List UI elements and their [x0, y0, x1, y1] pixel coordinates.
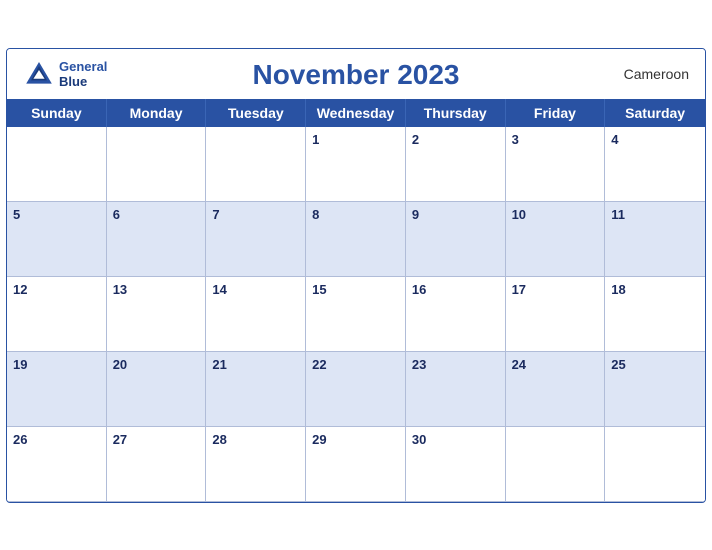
date-number: 17	[512, 282, 526, 297]
day-headers: Sunday Monday Tuesday Wednesday Thursday…	[7, 99, 705, 127]
cal-cell: 23	[406, 352, 506, 427]
day-header-monday: Monday	[107, 99, 207, 127]
date-number: 12	[13, 282, 27, 297]
date-number: 27	[113, 432, 127, 447]
date-number: 24	[512, 357, 526, 372]
cal-cell: 12	[7, 277, 107, 352]
date-number: 22	[312, 357, 326, 372]
cal-cell: 3	[506, 127, 606, 202]
date-number: 15	[312, 282, 326, 297]
date-number: 13	[113, 282, 127, 297]
day-header-thursday: Thursday	[406, 99, 506, 127]
date-number: 10	[512, 207, 526, 222]
cal-cell	[107, 127, 207, 202]
cal-cell: 24	[506, 352, 606, 427]
calendar-header: General Blue November 2023 Cameroon	[7, 49, 705, 99]
date-number: 29	[312, 432, 326, 447]
cal-cell: 1	[306, 127, 406, 202]
cal-cell: 25	[605, 352, 705, 427]
date-number: 30	[412, 432, 426, 447]
cal-cell: 2	[406, 127, 506, 202]
cal-cell	[605, 427, 705, 502]
date-number: 25	[611, 357, 625, 372]
date-number: 18	[611, 282, 625, 297]
cal-cell: 14	[206, 277, 306, 352]
cal-cell	[206, 127, 306, 202]
cal-cell: 18	[605, 277, 705, 352]
cal-cell: 26	[7, 427, 107, 502]
logo-area: General Blue	[23, 58, 107, 90]
calendar-title: November 2023	[252, 59, 459, 91]
date-number: 3	[512, 132, 519, 147]
date-number: 6	[113, 207, 120, 222]
date-number: 21	[212, 357, 226, 372]
cal-cell: 13	[107, 277, 207, 352]
cal-cell: 8	[306, 202, 406, 277]
day-header-sunday: Sunday	[7, 99, 107, 127]
day-header-wednesday: Wednesday	[306, 99, 406, 127]
cal-cell: 30	[406, 427, 506, 502]
date-number: 16	[412, 282, 426, 297]
date-number: 7	[212, 207, 219, 222]
cal-cell: 4	[605, 127, 705, 202]
day-header-friday: Friday	[506, 99, 606, 127]
logo-text: General Blue	[59, 59, 107, 89]
date-number: 1	[312, 132, 319, 147]
cal-cell: 22	[306, 352, 406, 427]
date-number: 19	[13, 357, 27, 372]
cal-cell: 11	[605, 202, 705, 277]
cal-cell	[506, 427, 606, 502]
day-header-saturday: Saturday	[605, 99, 705, 127]
cal-cell: 15	[306, 277, 406, 352]
date-number: 2	[412, 132, 419, 147]
cal-cell: 29	[306, 427, 406, 502]
calendar-grid: 1234567891011121314151617181920212223242…	[7, 127, 705, 502]
cal-cell: 6	[107, 202, 207, 277]
cal-cell: 19	[7, 352, 107, 427]
cal-cell: 5	[7, 202, 107, 277]
calendar: General Blue November 2023 Cameroon Sund…	[6, 48, 706, 503]
date-number: 5	[13, 207, 20, 222]
date-number: 8	[312, 207, 319, 222]
cal-cell: 17	[506, 277, 606, 352]
generalblue-logo-icon	[23, 58, 55, 90]
date-number: 20	[113, 357, 127, 372]
date-number: 28	[212, 432, 226, 447]
country-label: Cameroon	[624, 66, 689, 82]
cal-cell: 28	[206, 427, 306, 502]
date-number: 23	[412, 357, 426, 372]
cal-cell: 7	[206, 202, 306, 277]
cal-cell	[7, 127, 107, 202]
date-number: 9	[412, 207, 419, 222]
day-header-tuesday: Tuesday	[206, 99, 306, 127]
date-number: 4	[611, 132, 618, 147]
date-number: 26	[13, 432, 27, 447]
cal-cell: 10	[506, 202, 606, 277]
cal-cell: 20	[107, 352, 207, 427]
date-number: 14	[212, 282, 226, 297]
cal-cell: 16	[406, 277, 506, 352]
cal-cell: 27	[107, 427, 207, 502]
date-number: 11	[611, 207, 625, 222]
cal-cell: 9	[406, 202, 506, 277]
cal-cell: 21	[206, 352, 306, 427]
